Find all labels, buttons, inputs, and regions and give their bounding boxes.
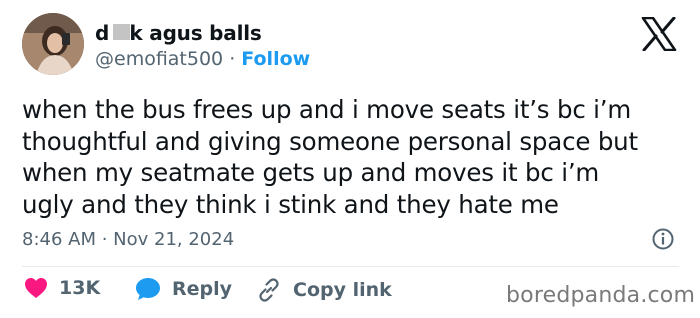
tweet-timestamp[interactable]: 8:46 AM · Nov 21, 2024	[22, 229, 234, 250]
link-icon	[259, 278, 279, 302]
author-handle-row: @emofiat500 · Follow	[95, 48, 310, 70]
copy-link-label: Copy link	[293, 279, 392, 301]
avatar[interactable]	[22, 13, 84, 75]
tweet-line: when my seatmate gets up and moves it bc…	[22, 158, 600, 187]
tweet-line: thoughtful and giving someone personal s…	[22, 126, 638, 156]
separator-dot: ·	[229, 48, 236, 70]
heart-icon	[25, 278, 47, 298]
tweet-line: when the bus frees up and i move seats i…	[22, 95, 632, 124]
reply-button[interactable]: Reply	[135, 277, 232, 301]
follow-button[interactable]: Follow	[241, 48, 310, 70]
x-logo-icon[interactable]	[641, 17, 677, 51]
divider	[22, 266, 679, 267]
censor-block	[113, 24, 130, 40]
author-handle[interactable]: @emofiat500	[95, 48, 223, 70]
info-icon[interactable]	[651, 227, 675, 251]
watermark: boredpanda.com	[506, 283, 696, 308]
copy-link-button[interactable]: Copy link	[256, 277, 392, 303]
like-button[interactable]: 13K	[24, 277, 100, 299]
avatar-photo	[22, 13, 84, 75]
speech-bubble-icon	[136, 278, 160, 300]
tweet-line: ugly and they think i stink and they hat…	[22, 189, 559, 219]
tweet-text: when the bus frees up and i move seats i…	[22, 94, 692, 220]
like-count: 13K	[59, 277, 101, 299]
reply-label: Reply	[172, 278, 233, 300]
